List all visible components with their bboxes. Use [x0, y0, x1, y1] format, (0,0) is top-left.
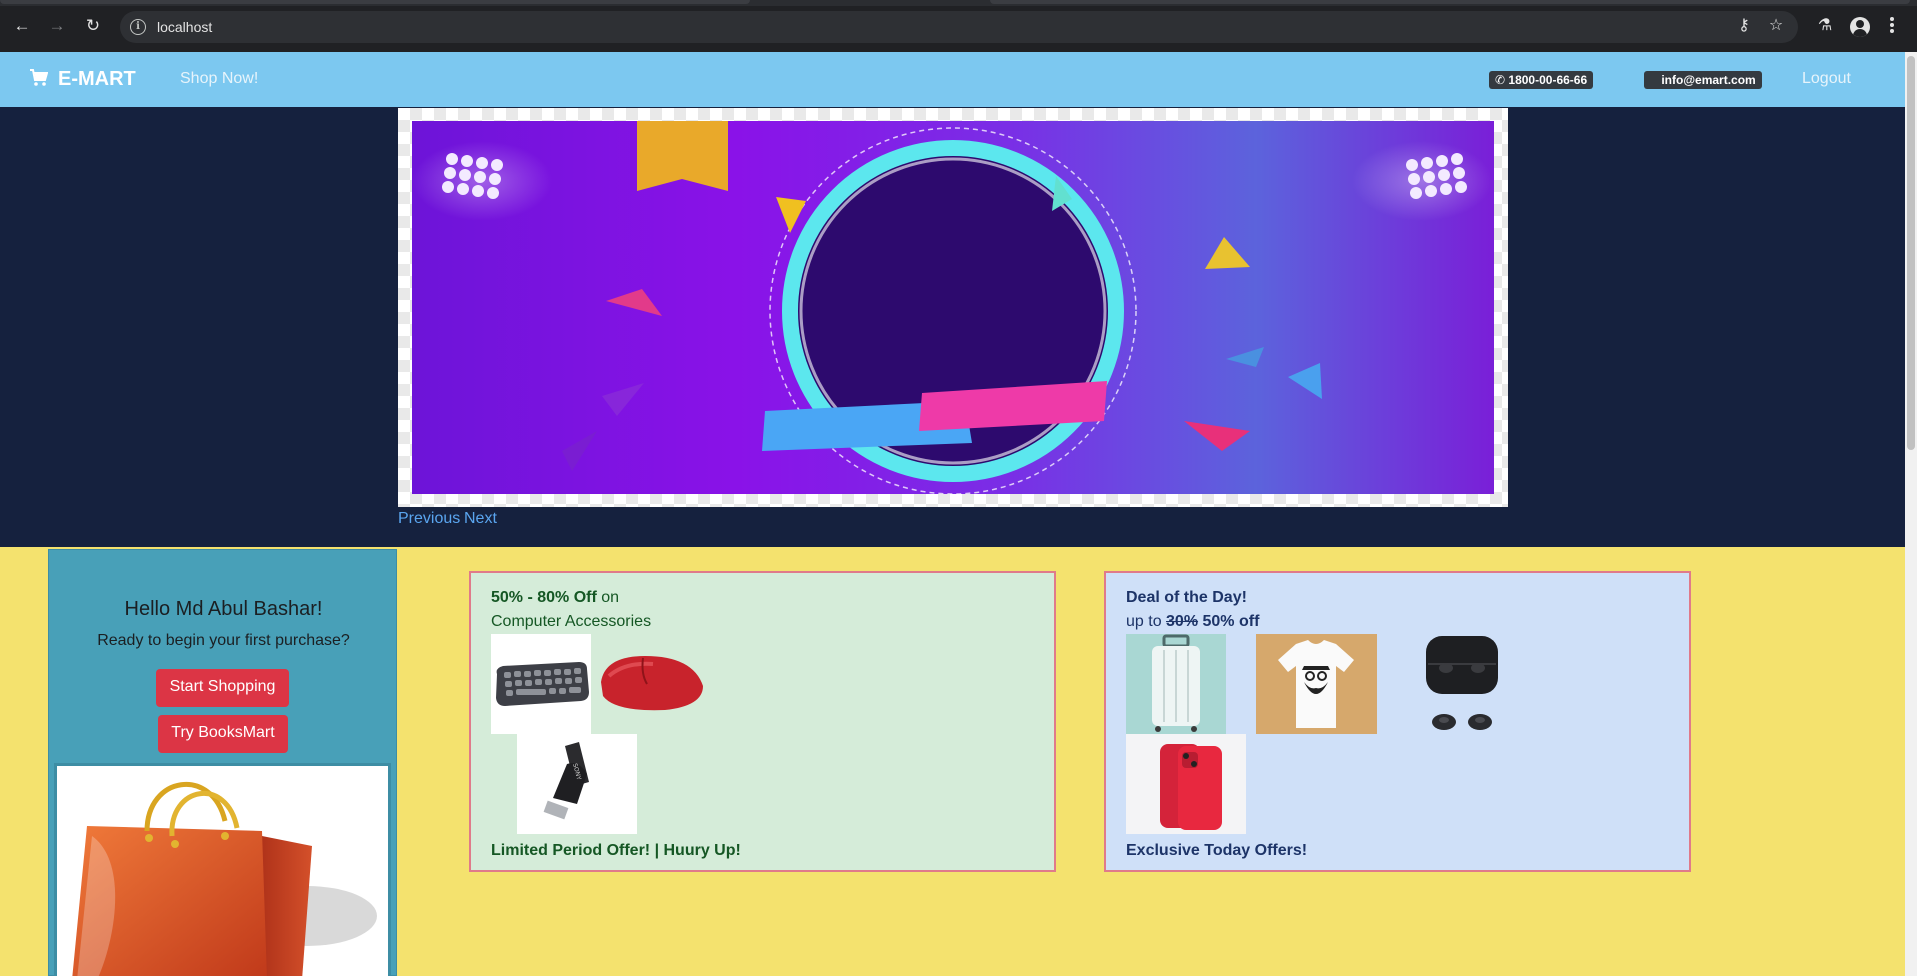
banner-image — [412, 121, 1494, 494]
site-navbar: E-MART Shop Now! ✆ 1800-00-66-66 info@em… — [0, 52, 1905, 107]
earbuds-icon — [1426, 636, 1498, 730]
offer-discount: 50% - 80% Off — [491, 589, 597, 606]
earbuds-image[interactable] — [1406, 634, 1506, 734]
carousel-next-link[interactable]: Next — [464, 510, 497, 528]
browser-menu-icon[interactable] — [1889, 15, 1895, 37]
url-text: localhost — [157, 19, 213, 35]
offer-on-text: on — [596, 589, 620, 606]
keyboard-image[interactable] — [491, 634, 591, 734]
greeting-subtitle: Ready to begin your first purchase? — [97, 632, 350, 649]
shopping-cart-icon — [30, 69, 48, 86]
usb-drive-image[interactable]: SONY — [517, 734, 637, 834]
tshirt-image[interactable] — [1256, 634, 1377, 734]
phone-image[interactable] — [1126, 734, 1246, 834]
deal-of-the-day-offer[interactable]: Deal of the Day! up to 30% 50% off Exclu… — [1104, 571, 1691, 872]
usb-drive-icon: SONY — [543, 742, 589, 820]
brand-link[interactable]: E-MART — [30, 68, 136, 91]
email-badge[interactable]: info@emart.com — [1644, 71, 1762, 89]
suitcase-icon — [1126, 634, 1226, 734]
deal-new-discount: 50% off — [1198, 613, 1260, 630]
deal-footer: Exclusive Today Offers! — [1126, 842, 1308, 859]
keyboard-icon — [496, 662, 589, 706]
email-address: info@emart.com — [1661, 73, 1756, 87]
mouse-icon — [601, 656, 703, 711]
tshirt-icon — [1256, 634, 1377, 734]
try-booksmart-button[interactable]: Try BooksMart — [158, 715, 288, 753]
phone-badge[interactable]: ✆ 1800-00-66-66 — [1489, 71, 1594, 89]
address-bar[interactable]: i localhost — [120, 11, 1798, 43]
browser-toolbar: ← → ↻ i localhost ⚷ ☆ ⚗ — [0, 0, 1917, 52]
brand-name: E-MART — [58, 68, 136, 90]
smartphone-icon — [1126, 734, 1246, 834]
profile-avatar-icon[interactable] — [1850, 17, 1870, 37]
tab-strip — [0, 0, 1917, 6]
forward-icon[interactable]: → — [45, 14, 69, 38]
greeting-heading: Hello Md Abul Bashar! — [124, 598, 323, 620]
labs-flask-icon[interactable]: ⚗ — [1814, 15, 1836, 37]
deal-old-discount: 30% — [1166, 613, 1199, 630]
browser-tab[interactable] — [990, 0, 1910, 4]
carousel-previous-link[interactable]: Previous — [398, 510, 460, 528]
browser-tab[interactable] — [0, 0, 750, 4]
shopping-bag-image — [54, 763, 391, 976]
welcome-sidebar: Hello Md Abul Bashar! Ready to begin you… — [48, 549, 397, 976]
deal-title: Deal of the Day! — [1126, 589, 1247, 606]
shop-now-link[interactable]: Shop Now! — [180, 70, 258, 88]
scrollbar-thumb[interactable] — [1907, 56, 1915, 450]
luggage-image[interactable] — [1126, 634, 1226, 734]
start-shopping-button[interactable]: Start Shopping — [156, 669, 289, 707]
computer-accessories-offer[interactable]: 50% - 80% Off on Computer Accessories SO… — [469, 571, 1056, 872]
mouse-image[interactable] — [595, 634, 707, 734]
offer-headline: 50% - 80% Off on — [491, 589, 619, 607]
carousel-slide — [398, 108, 1508, 507]
shopping-bag-icon — [72, 782, 377, 976]
hero-section: Previous Next — [0, 107, 1905, 547]
back-icon[interactable]: ← — [10, 14, 34, 38]
site-info-icon[interactable]: i — [130, 19, 146, 35]
deal-discount-line: up to 30% 50% off — [1126, 613, 1259, 631]
page-scrollbar[interactable] — [1905, 52, 1917, 976]
offer-category: Computer Accessories — [491, 613, 652, 630]
password-key-icon[interactable]: ⚷ — [1733, 15, 1755, 37]
offer-footer: Limited Period Offer! | Huury Up! — [491, 842, 741, 859]
phone-icon: ✆ — [1495, 73, 1506, 87]
reload-icon[interactable]: ↻ — [81, 14, 105, 38]
banner-artwork — [412, 121, 1492, 494]
phone-number: 1800-00-66-66 — [1508, 73, 1588, 87]
deal-upto-text: up to — [1126, 613, 1167, 630]
logout-link[interactable]: Logout — [1802, 70, 1851, 88]
bookmark-star-icon[interactable]: ☆ — [1765, 15, 1787, 37]
